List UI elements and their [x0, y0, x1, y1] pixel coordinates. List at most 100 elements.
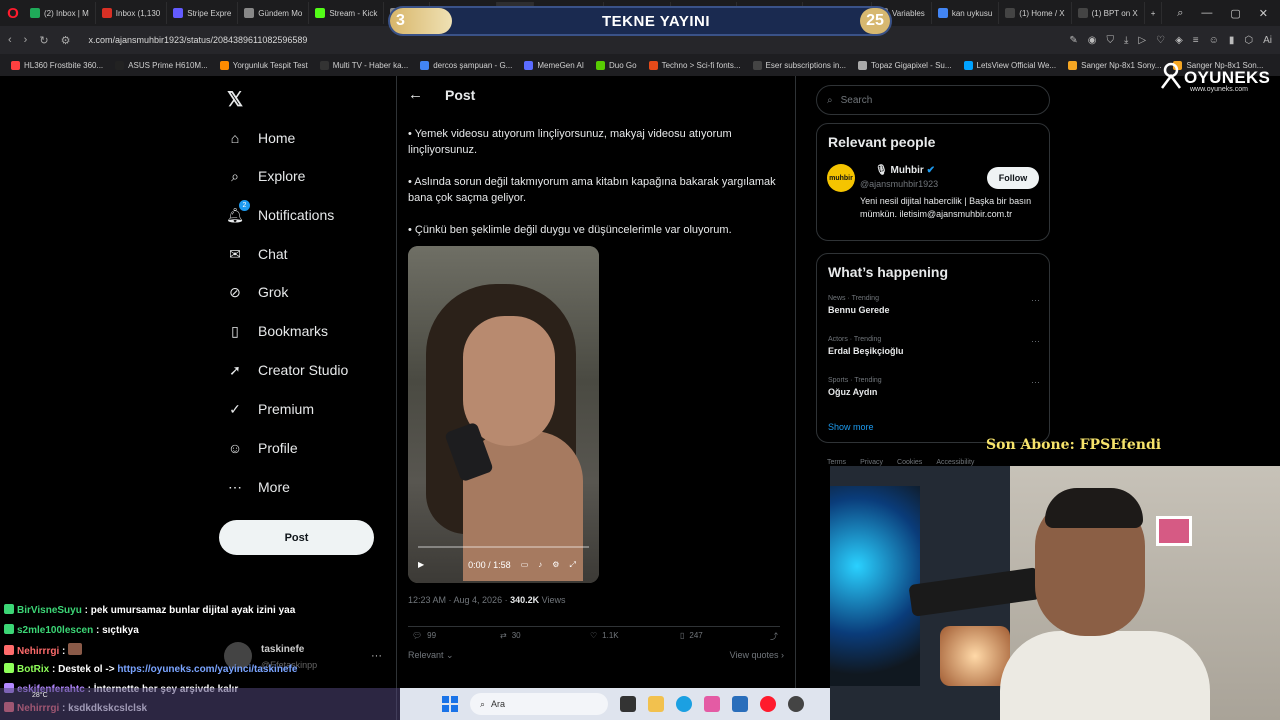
edge-icon[interactable] [676, 696, 692, 712]
file-explorer-icon[interactable] [648, 696, 664, 712]
browser-tab[interactable]: kan uykusu [932, 2, 1000, 24]
trend-item[interactable]: Actors · Trending Erdal Beşikçioğlu ··· [828, 336, 1040, 356]
post-timestamp[interactable]: 12:23 AM · Aug 4, 2026 · [408, 595, 508, 605]
x-logo-icon[interactable]: 𝕏 [227, 87, 243, 112]
video-volume-icon[interactable]: ♪ [538, 560, 542, 569]
minimize-icon[interactable]: — [1201, 7, 1212, 20]
share-button[interactable]: ⤴ [770, 631, 778, 642]
bookmark-item[interactable]: HL360 Frostbite 360... [6, 60, 108, 70]
sidebar-icon[interactable]: ▮ [1229, 35, 1235, 46]
view-quotes-link[interactable]: View quotes › [730, 650, 784, 660]
opera-logo-icon[interactable]: O [2, 2, 24, 24]
bookmark-item[interactable]: MemeGen AI [519, 60, 589, 70]
cube-icon[interactable]: ◈ [1175, 35, 1183, 46]
trend-item[interactable]: News · Trending Bennu Gerede ··· [828, 295, 1040, 315]
opera-icon[interactable] [760, 696, 776, 712]
bookmark-item[interactable]: Sanger Np-8x1 Sony... [1063, 60, 1166, 70]
muhbir-avatar[interactable]: muhbir [827, 164, 855, 192]
heart-icon[interactable]: ♡ [1156, 35, 1165, 46]
footer-link-accessibility[interactable]: Accessibility [936, 459, 974, 466]
video-fullscreen-icon[interactable]: ⤢ [569, 560, 575, 570]
trend-more-icon[interactable]: ··· [1031, 336, 1040, 346]
bookmark-item[interactable]: Yorgunluk Tespit Test [215, 60, 313, 70]
x-search-field[interactable]: ⌕ Search [816, 85, 1050, 115]
chat-username[interactable]: BirVisneSuyu [17, 605, 82, 616]
reply-sort-dropdown[interactable]: Relevant ⌄ [408, 650, 454, 660]
reply-button[interactable]: 💬︎ 99 [412, 631, 436, 640]
browser-tab[interactable]: (1) Home / X [999, 2, 1072, 24]
nav-item-more[interactable]: ⋯ More [226, 472, 290, 502]
follow-button[interactable]: Follow [987, 167, 1039, 189]
bookmark-item[interactable]: LetsView Official We... [959, 60, 1062, 70]
search-tabs-icon[interactable]: ⌕ [1177, 7, 1183, 20]
browser-tab[interactable]: Stream - Kick [309, 2, 385, 24]
like-button[interactable]: ♡ 1.1K [590, 631, 619, 640]
bookmark-item[interactable]: dercos şampuan - G... [415, 60, 517, 70]
camera-icon[interactable]: ◉ [1088, 35, 1097, 46]
weather-temp[interactable]: 28°C [32, 692, 48, 699]
bookmark-item[interactable]: Eser subscriptions in... [748, 60, 851, 70]
profile-icon[interactable]: ☺ [1209, 35, 1219, 46]
relevant-person-handle[interactable]: @ajansmuhbir1923 [860, 179, 938, 189]
copilot-icon[interactable] [704, 696, 720, 712]
bookmark-item[interactable]: Multi TV - Haber ka... [315, 60, 413, 70]
relevant-person-name[interactable]: 🎙︎ Muhbir ✔ [875, 165, 935, 176]
account-more-icon[interactable]: ··· [371, 650, 382, 662]
trend-item[interactable]: Sports · Trending Oğuz Aydın ··· [828, 377, 1040, 397]
start-menu-icon[interactable] [442, 696, 458, 712]
browser-tab[interactable]: (1) BPT on X [1072, 2, 1145, 24]
maximize-icon[interactable]: ▢ [1230, 7, 1240, 20]
bookmark-item[interactable]: Techno > Sci-fi fonts... [644, 60, 746, 70]
trend-more-icon[interactable]: ··· [1031, 377, 1040, 387]
back-icon[interactable]: ‹ [8, 34, 12, 47]
back-arrow-icon[interactable]: ← [408, 86, 423, 103]
nav-item-creator-studio[interactable]: ➚ Creator Studio [226, 355, 348, 385]
browser-tab[interactable]: Inbox (1,130 [96, 2, 168, 24]
taskbar-search[interactable]: ⌕ Ara [470, 693, 608, 715]
bookmark-item[interactable]: Duo Go [591, 60, 642, 70]
footer-link-cookies[interactable]: Cookies [897, 459, 922, 466]
nav-item-home[interactable]: ⌂ Home [226, 123, 296, 153]
nav-item-chat[interactable]: ✉ Chat [226, 239, 287, 269]
chat-username[interactable]: Nehirrrgi [17, 646, 59, 657]
compose-post-button[interactable]: Post [219, 520, 374, 555]
close-icon[interactable]: ✕ [1259, 7, 1268, 20]
footer-link-privacy[interactable]: Privacy [860, 459, 883, 466]
nav-item-profile[interactable]: ☺ Profile [226, 433, 298, 463]
footer-link-terms[interactable]: Terms [827, 459, 846, 466]
obs-icon[interactable] [788, 696, 804, 712]
play-icon[interactable]: ▷ [1138, 35, 1146, 46]
browser-tab[interactable]: Gündem Mo [238, 2, 310, 24]
extensions-icon[interactable]: ⬡ [1244, 35, 1253, 46]
task-view-icon[interactable] [620, 696, 636, 712]
ai-icon[interactable]: Ai [1263, 35, 1272, 46]
nav-item-notifications[interactable]: 🔔︎ 2 Notifications [226, 200, 334, 230]
nav-item-explore[interactable]: ⌕ Explore [226, 161, 305, 191]
show-more-link[interactable]: Show more [828, 422, 874, 432]
nav-item-bookmarks[interactable]: ▯ Bookmarks [226, 316, 328, 346]
nav-item-premium[interactable]: ✓ Premium [226, 394, 314, 424]
store-icon[interactable] [732, 696, 748, 712]
video-play-icon[interactable]: ▶ [418, 560, 424, 569]
chat-link[interactable]: https://oyuneks.com/yayinci/taskinefe [117, 664, 297, 675]
video-captions-icon[interactable]: ▭ [521, 560, 529, 569]
trend-more-icon[interactable]: ··· [1031, 295, 1040, 305]
browser-tab[interactable]: Stripe Expre [167, 2, 239, 24]
new-tab-button[interactable]: + [1145, 2, 1163, 24]
reload-icon[interactable]: ↻ [39, 34, 48, 47]
site-info-icon[interactable]: ⚙ [61, 34, 71, 47]
post-video[interactable]: ▶ 0:00 / 1:58 ▭ ♪ ⚙ ⤢ [408, 246, 599, 583]
chat-username[interactable]: s2mle100lescen [17, 625, 93, 636]
download-icon[interactable]: ⤓ [1124, 35, 1128, 46]
repost-button[interactable]: ⇄ 30 [500, 631, 521, 640]
nav-item-grok[interactable]: ⊘ Grok [226, 277, 288, 307]
bookmark-item[interactable]: Topaz Gigapixel - Su... [853, 60, 956, 70]
browser-tab[interactable]: (2) Inbox | M [24, 2, 96, 24]
edit-icon[interactable]: ✎ [1069, 35, 1077, 46]
bookmark-item[interactable]: ASUS Prime H610M... [110, 60, 213, 70]
chat-username[interactable]: BotRix [17, 664, 49, 675]
bookmark-button[interactable]: ▯ 247 [680, 631, 703, 640]
forward-icon[interactable]: › [24, 34, 28, 47]
url-field[interactable]: x.com/ajansmuhbir1923/status/20843896110… [88, 35, 307, 45]
shield-icon[interactable]: ⛉ [1106, 35, 1114, 46]
